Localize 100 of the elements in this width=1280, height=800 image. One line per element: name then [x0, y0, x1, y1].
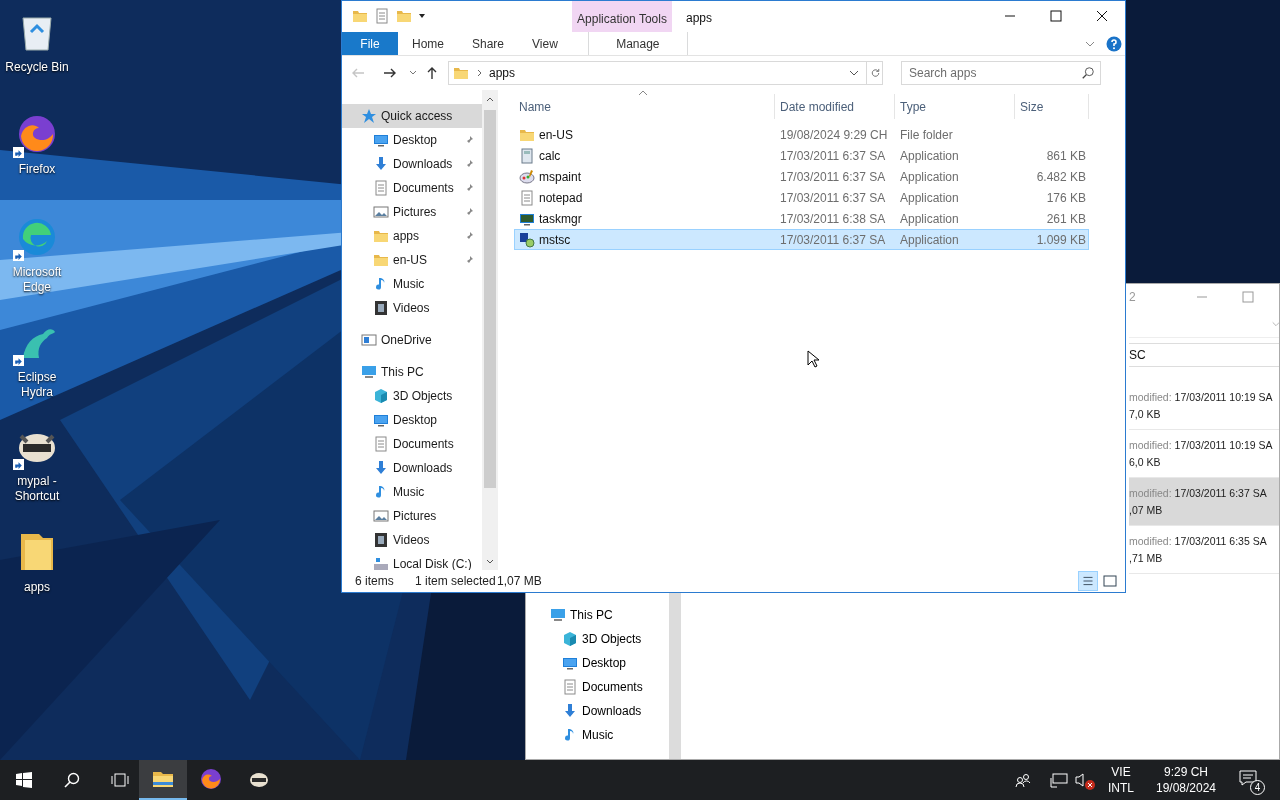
- file-name: notepad: [539, 189, 583, 207]
- item-count: 6 items: [355, 573, 395, 590]
- details-view-icon[interactable]: [1078, 571, 1098, 591]
- ribbon-tab[interactable]: Home: [398, 32, 458, 55]
- date-cell-text: 17/03/2011 6:37 SA: [779, 168, 887, 186]
- scrollbar[interactable]: [669, 593, 681, 759]
- search-icon[interactable]: [64, 772, 80, 788]
- search-field[interactable]: SC: [1129, 343, 1279, 367]
- nav-item[interactable]: Videos: [342, 296, 482, 320]
- file-row[interactable]: notepad 17/03/2011 6:37 SA Application 176 KB: [514, 187, 1089, 208]
- file-tile[interactable]: modified: 17/03/2011 6:37 SA ,07 MB: [1129, 478, 1279, 526]
- file-row[interactable]: mstsc 17/03/2011 6:37 SA Application 1.099 KB: [514, 229, 1089, 250]
- nav-item[interactable]: Music: [342, 272, 482, 296]
- palette-icon: [519, 168, 535, 185]
- nav-item[interactable]: This PC: [342, 360, 482, 384]
- nav-item[interactable]: Desktop: [342, 408, 482, 432]
- nav-item[interactable]: Documents: [342, 176, 482, 200]
- field-label: modified:: [1129, 533, 1172, 549]
- file-tile[interactable]: modified: 17/03/2011 6:35 SA ,71 MB: [1129, 526, 1279, 574]
- windows-start-icon[interactable]: [16, 772, 32, 788]
- column-header[interactable]: Name: [514, 94, 775, 119]
- file-name: en-US: [539, 126, 573, 144]
- nav-item[interactable]: Downloads: [342, 152, 482, 176]
- file-row[interactable]: mspaint 17/03/2011 6:37 SA Application 6.482 KB: [514, 166, 1089, 187]
- dropdown-caret-icon[interactable]: [418, 12, 426, 20]
- document-icon: [373, 180, 389, 196]
- address-path[interactable]: apps: [489, 64, 842, 82]
- nav-item[interactable]: Quick access: [342, 104, 482, 128]
- people-icon[interactable]: [1015, 772, 1031, 788]
- input-language[interactable]: VIE INTL: [1106, 764, 1136, 796]
- desktop-icon-label[interactable]: Firefox: [18, 162, 56, 177]
- computer-icon: [550, 607, 566, 623]
- file-row[interactable]: en-US 19/08/2024 9:29 CH File folder: [514, 124, 1089, 145]
- type-cell-text: Application: [899, 210, 960, 228]
- network-icon[interactable]: [1050, 772, 1068, 788]
- clock[interactable]: 9:29 CH 19/08/2024: [1150, 764, 1222, 796]
- ribbon-tab[interactable]: View: [518, 32, 572, 55]
- nav-item[interactable]: apps: [342, 224, 482, 248]
- desktop-icon-label[interactable]: Recycle Bin: [5, 60, 69, 75]
- file-row[interactable]: taskmgr 17/03/2011 6:38 SA Application 261 KB: [514, 208, 1089, 229]
- nav-item[interactable]: Desktop: [342, 128, 482, 152]
- ribbon-tab[interactable]: Manage: [587, 32, 688, 55]
- nav-item[interactable]: Documents: [526, 675, 669, 699]
- column-header[interactable]: Size: [1015, 94, 1089, 119]
- column-header[interactable]: Type: [895, 94, 1015, 119]
- chevron-right-icon: [475, 69, 483, 77]
- address-bar[interactable]: apps: [448, 61, 883, 85]
- file-name: taskmgr: [539, 210, 582, 228]
- nav-item[interactable]: OneDrive: [342, 328, 482, 352]
- nav-item[interactable]: Pictures: [342, 200, 482, 224]
- film-icon: [373, 532, 389, 548]
- nav-item[interactable]: This PC: [526, 603, 669, 627]
- taskbar-app-button[interactable]: [139, 760, 187, 800]
- desktop-icon-label[interactable]: Eclipse Hydra: [0, 370, 74, 400]
- file-tile[interactable]: modified: 17/03/2011 10:19 SA 7,0 KB: [1129, 382, 1279, 430]
- nav-item[interactable]: Downloads: [342, 456, 482, 480]
- sort-caret-icon: [638, 90, 648, 96]
- size-cell-text: 261 KB: [1046, 210, 1086, 228]
- nav-item[interactable]: en-US: [342, 248, 482, 272]
- monitor-icon: [562, 655, 578, 671]
- date-cell-text: 17/03/2011 6:37 SA: [779, 189, 887, 207]
- size-cell-text: 176 KB: [1046, 189, 1086, 207]
- down-arrow-icon: [373, 156, 389, 172]
- refresh-icon[interactable]: [866, 62, 882, 84]
- nav-item[interactable]: Music: [342, 480, 482, 504]
- desktop-icon-label[interactable]: apps: [24, 580, 50, 595]
- nav-item[interactable]: Pictures: [342, 504, 482, 528]
- ribbon-tab[interactable]: Share: [458, 32, 519, 55]
- computer-icon: [361, 364, 377, 380]
- nav-item[interactable]: Documents: [342, 432, 482, 456]
- nav-item[interactable]: Downloads: [526, 699, 669, 723]
- help-icon[interactable]: [1106, 35, 1122, 52]
- scrollbar[interactable]: [482, 90, 498, 570]
- selection-status: 1 item selected: [415, 573, 497, 590]
- search-input[interactable]: Search apps: [909, 64, 1081, 82]
- disk-icon: [373, 556, 389, 570]
- column-header[interactable]: Date modified: [775, 94, 895, 119]
- nav-item[interactable]: Desktop: [526, 651, 669, 675]
- folder-icon: [453, 65, 469, 81]
- field-label: modified:: [1129, 437, 1172, 453]
- search-box[interactable]: Search apps: [901, 61, 1101, 85]
- monitor-icon: [373, 132, 389, 148]
- nav-item[interactable]: 3D Objects: [342, 384, 482, 408]
- search-icon[interactable]: [1081, 66, 1095, 80]
- mouse-cursor-icon: [807, 350, 819, 368]
- calculator-icon: [519, 147, 535, 164]
- file-row[interactable]: calc 17/03/2011 6:37 SA Application 861 KB: [514, 145, 1089, 166]
- scroll-thumb[interactable]: [484, 110, 496, 488]
- volume-icon[interactable]: [1074, 771, 1092, 789]
- nav-item[interactable]: Videos: [342, 528, 482, 552]
- ribbon-tab[interactable]: File: [342, 32, 398, 55]
- document-icon: [373, 436, 389, 452]
- desktop-icon-label[interactable]: mypal - Shortcut: [0, 474, 74, 504]
- nav-item[interactable]: 3D Objects: [526, 627, 669, 651]
- file-name: calc: [539, 147, 561, 165]
- nav-item[interactable]: Music: [526, 723, 669, 747]
- task-view-icon[interactable]: [111, 772, 129, 788]
- nav-item[interactable]: Local Disk (C:): [342, 552, 482, 570]
- field-label: modified:: [1129, 485, 1172, 501]
- file-name: mstsc: [539, 231, 571, 249]
